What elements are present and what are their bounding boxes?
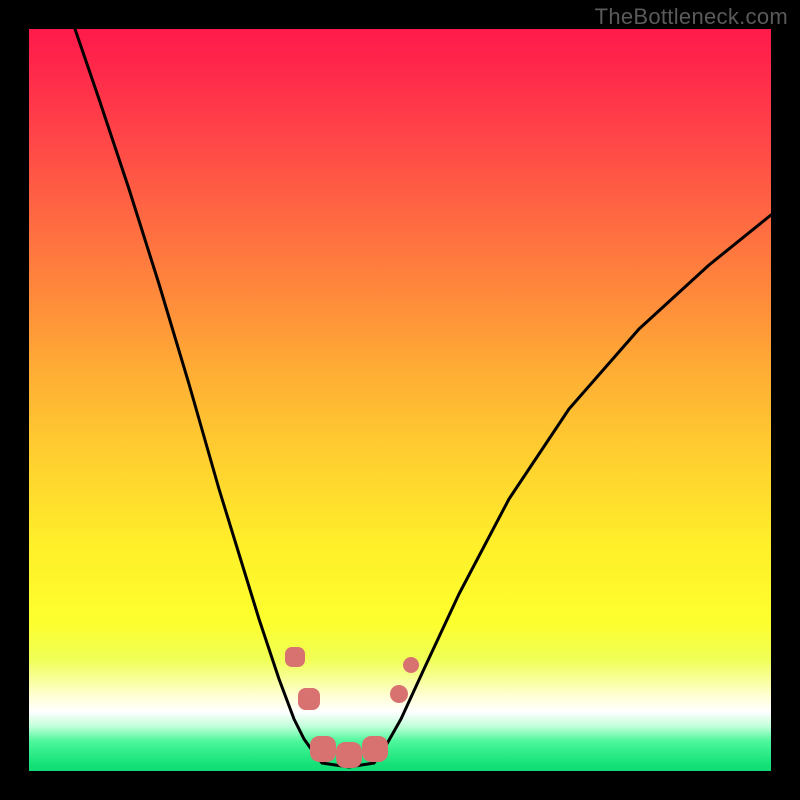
chart-frame: TheBottleneck.com — [0, 0, 800, 800]
watermark-label: TheBottleneck.com — [595, 4, 788, 30]
heatmap-gradient — [29, 29, 771, 771]
plot-area — [29, 29, 771, 771]
